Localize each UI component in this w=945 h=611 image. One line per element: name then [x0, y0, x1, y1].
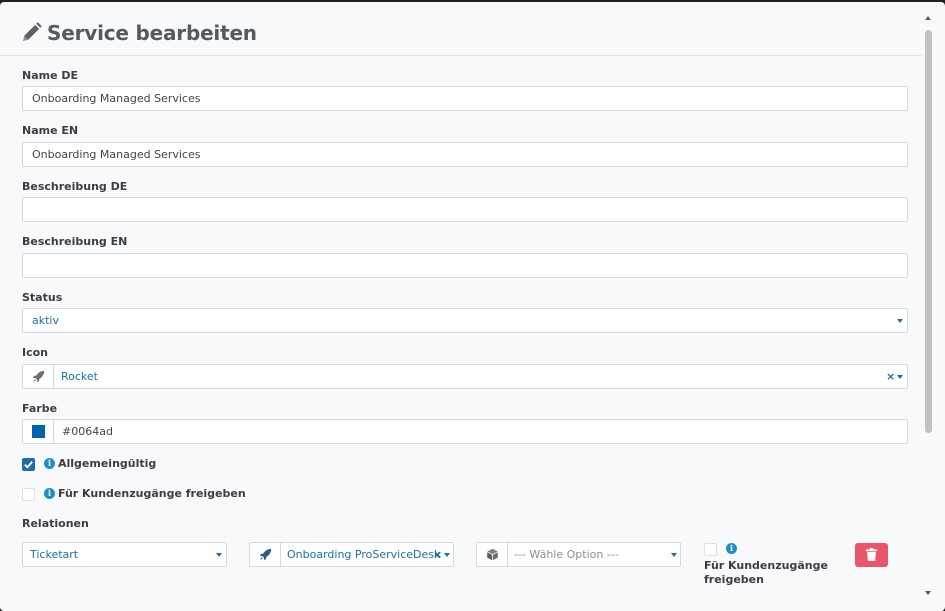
- project-icon-addon: [250, 543, 281, 566]
- color-value: #0064ad: [62, 425, 113, 438]
- status-selected-value: aktiv: [32, 314, 59, 327]
- clear-project-button[interactable]: ×: [433, 543, 442, 566]
- checkmark-icon: [24, 461, 33, 469]
- relation-type-value: Ticketart: [30, 548, 79, 561]
- chevron-down-icon: [671, 553, 677, 557]
- general-checkbox[interactable]: [22, 458, 35, 471]
- chevron-down-icon: [897, 375, 903, 379]
- name-de-input[interactable]: Onboarding Managed Services: [22, 86, 908, 111]
- icon-label: Icon: [22, 346, 49, 359]
- cube-icon: [487, 548, 498, 561]
- trash-icon: [866, 548, 877, 561]
- icon-selected-value: Rocket: [61, 370, 98, 383]
- chevron-down-icon: [897, 319, 903, 323]
- icon-preview-addon: [23, 365, 54, 388]
- relation-project-value: Onboarding ProServiceDesk: [287, 548, 441, 561]
- status-select[interactable]: aktiv: [22, 308, 908, 333]
- option-icon-addon: [477, 543, 508, 566]
- chevron-down-icon: [216, 553, 222, 557]
- chevron-down-icon: [444, 553, 450, 557]
- rocket-icon: [259, 548, 272, 561]
- edit-service-modal: Service bearbeiten Name DE Onboarding Ma…: [0, 2, 945, 611]
- relation-customer-label-line2: freigeben: [704, 573, 764, 586]
- relation-project-select[interactable]: Onboarding ProServiceDesk ×: [249, 542, 454, 567]
- page-title: Service bearbeiten: [47, 21, 257, 45]
- relation-option-select[interactable]: --- Wähle Option ---: [476, 542, 681, 567]
- scroll-thumb[interactable]: [925, 30, 932, 433]
- info-icon[interactable]: i: [726, 543, 737, 554]
- general-checkbox-label: Allgemeingültig: [58, 457, 157, 470]
- relation-customer-label-line1: Für Kundenzugänge: [704, 559, 828, 572]
- status-label: Status: [22, 291, 63, 304]
- relation-customer-checkbox[interactable]: [704, 543, 717, 556]
- vertical-scrollbar[interactable]: [922, 2, 935, 611]
- rocket-icon: [32, 370, 45, 383]
- info-icon[interactable]: i: [44, 488, 55, 499]
- name-de-label: Name DE: [22, 69, 79, 82]
- relation-type-select[interactable]: Ticketart: [22, 542, 227, 567]
- scroll-up-arrow-icon[interactable]: [925, 16, 931, 20]
- relations-label: Relationen: [22, 517, 89, 530]
- general-checkbox-row[interactable]: i Allgemeingültig: [22, 457, 272, 473]
- name-en-label: Name EN: [22, 124, 79, 137]
- description-de-input[interactable]: [22, 197, 908, 222]
- icon-select[interactable]: Rocket ×: [22, 364, 908, 389]
- customer-checkbox-label: Für Kundenzugänge freigeben: [58, 487, 246, 500]
- color-label: Farbe: [22, 402, 58, 415]
- clear-icon-button[interactable]: ×: [886, 365, 895, 388]
- description-en-input[interactable]: [22, 253, 908, 278]
- customer-checkbox[interactable]: [22, 488, 35, 501]
- relation-option-placeholder: --- Wähle Option ---: [514, 548, 619, 561]
- customer-checkbox-row[interactable]: i Für Kundenzugänge freigeben: [22, 487, 272, 503]
- pencil-icon: [23, 22, 42, 41]
- info-icon[interactable]: i: [44, 458, 55, 469]
- color-swatch-addon[interactable]: [23, 420, 54, 443]
- color-swatch: [32, 425, 45, 438]
- modal-header: Service bearbeiten: [0, 2, 922, 56]
- name-en-input[interactable]: Onboarding Managed Services: [22, 142, 908, 167]
- scroll-down-arrow-icon[interactable]: [925, 591, 931, 595]
- delete-relation-button[interactable]: [855, 543, 888, 567]
- color-input[interactable]: #0064ad: [22, 419, 908, 444]
- description-en-label: Beschreibung EN: [22, 235, 128, 248]
- relation-customer-checkbox-group[interactable]: i Für Kundenzugänge freigeben: [704, 543, 834, 591]
- description-de-label: Beschreibung DE: [22, 180, 128, 193]
